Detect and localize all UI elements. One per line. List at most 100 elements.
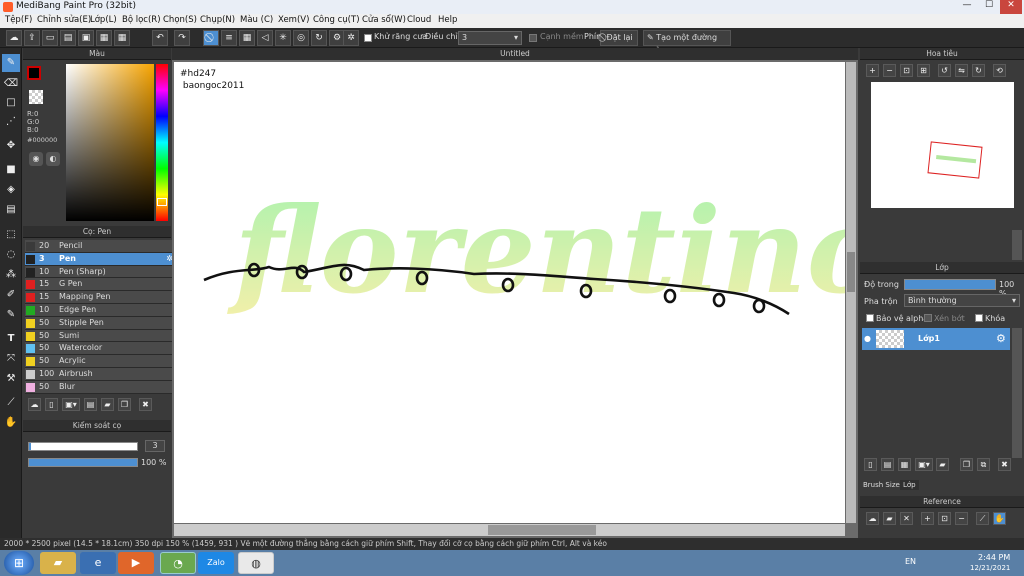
menu-help[interactable]: Help — [438, 15, 457, 25]
canvas-tab[interactable]: Untitled — [172, 48, 858, 60]
new-halftone-layer-icon[interactable]: ▤ — [881, 458, 894, 471]
snap-radial-icon[interactable]: ✳ — [275, 30, 291, 46]
merge-layer-icon[interactable]: ⧉ — [977, 458, 990, 471]
vertical-scrollbar[interactable] — [846, 62, 856, 523]
lock-checkbox[interactable] — [975, 314, 983, 322]
ref-zoom-out-icon[interactable]: − — [955, 512, 968, 525]
brush-new-icon[interactable]: ▯ — [45, 398, 58, 411]
move-tool-icon[interactable]: ✥ — [2, 137, 20, 155]
brush-tool-icon[interactable]: ✎ — [2, 54, 20, 72]
actual-size-icon[interactable]: ⊞ — [917, 64, 930, 77]
menu-color[interactable]: Màu (C) — [240, 15, 273, 25]
alpha-checkbox[interactable] — [866, 314, 874, 322]
zalo-icon[interactable]: Zalo — [198, 552, 234, 574]
chrome-icon[interactable]: ◍ — [238, 552, 274, 574]
menu-view[interactable]: Xem(V) — [278, 15, 309, 25]
brush-folder-icon[interactable]: ▰ — [101, 398, 114, 411]
snap-curve-icon[interactable]: ↻ — [311, 30, 327, 46]
snap-vanish-icon[interactable]: ◁ — [257, 30, 273, 46]
layer-folder-icon[interactable]: ▰ — [936, 458, 949, 471]
adjust-select[interactable]: 3 ▾ — [458, 31, 522, 45]
new-layer-icon[interactable]: ▯ — [864, 458, 877, 471]
menu-tools[interactable]: Công cụ(T) — [313, 15, 360, 25]
canvas[interactable]: #hd247 baongoc2011 florentino — [174, 62, 845, 523]
flip-icon[interactable]: ⇋ — [955, 64, 968, 77]
opacity-slider[interactable] — [28, 458, 138, 467]
fill-rect-tool-icon[interactable]: ■ — [2, 161, 20, 179]
minimize-button[interactable]: — — [956, 0, 978, 14]
visibility-icon[interactable]: ● — [864, 334, 871, 343]
hand-tool-icon[interactable]: ✋ — [2, 414, 20, 432]
brush-item[interactable]: 10 Pen (Sharp) — [25, 265, 177, 279]
size-slider[interactable] — [28, 442, 138, 451]
eraser-tool-icon[interactable]: ⌫ — [2, 75, 20, 93]
select-eraser-icon[interactable]: ✎ — [2, 306, 20, 324]
text-tool-icon[interactable]: T — [2, 330, 20, 348]
ref-zoom-in-icon[interactable]: + — [921, 512, 934, 525]
layer-settings-icon[interactable]: ⚙ — [996, 332, 1006, 345]
rect-tool-icon[interactable]: □ — [2, 94, 20, 112]
layer-tab[interactable]: Lớp — [900, 480, 919, 490]
brush-item[interactable]: 50 Blur — [25, 380, 177, 394]
brush-item[interactable]: 15 Mapping Pen — [25, 291, 177, 304]
clip-checkbox[interactable] — [924, 314, 932, 322]
blend-select[interactable]: Bình thường ▾ — [904, 294, 1020, 307]
select-pen-icon[interactable]: ✐ — [2, 286, 20, 304]
gradient-tool-icon[interactable]: ▤ — [2, 201, 20, 219]
start-button[interactable]: ⊞ — [4, 551, 34, 575]
app-green-icon[interactable]: ◔ — [160, 552, 196, 574]
rotate-left-icon[interactable]: ↺ — [938, 64, 951, 77]
dot-tool-icon[interactable]: ⋰ — [2, 113, 20, 131]
transparent-swatch[interactable] — [29, 90, 43, 104]
hue-handle[interactable] — [157, 198, 167, 206]
cloud-icon[interactable]: ☁ — [6, 30, 22, 46]
delete-layer-icon[interactable]: ✖ — [998, 458, 1011, 471]
undo-icon[interactable]: ↶ — [152, 30, 168, 46]
reset-view-icon[interactable]: ⟲ — [993, 64, 1006, 77]
zoom-in-icon[interactable]: + — [866, 64, 879, 77]
lasso-tool-icon[interactable]: ◌ — [2, 246, 20, 264]
maximize-button[interactable]: ☐ — [978, 0, 1000, 14]
ie-icon[interactable]: e — [80, 552, 116, 574]
menu-edit[interactable]: Chỉnh sửa(E) — [37, 15, 91, 25]
eyedropper-icon[interactable]: ⟋ — [2, 394, 20, 412]
new-8bit-layer-icon[interactable]: ▦ — [898, 458, 911, 471]
panel-scroll[interactable] — [1012, 230, 1022, 260]
menu-window[interactable]: Cửa sổ(W) — [362, 15, 406, 25]
snap-parallel-icon[interactable]: ≡ — [221, 30, 237, 46]
brush-duplicate-icon[interactable]: ❐ — [118, 398, 131, 411]
zoom-out-icon[interactable]: − — [883, 64, 896, 77]
media-player-icon[interactable]: ▶ — [118, 552, 154, 574]
language-indicator[interactable]: EN — [905, 557, 916, 566]
divide-tool-icon[interactable]: ⚒ — [2, 370, 20, 388]
brush-trash-icon[interactable]: ✖ — [139, 398, 152, 411]
brush-add-icon[interactable]: ▣▾ — [62, 398, 80, 411]
layer-scroll[interactable] — [1012, 328, 1022, 458]
palette-icon[interactable]: ◉ — [29, 152, 43, 166]
chat-icon[interactable]: ▤ — [60, 30, 76, 46]
duplicate-layer-icon[interactable]: ❐ — [960, 458, 973, 471]
layer-add-menu-icon[interactable]: ▣▾ — [915, 458, 933, 471]
comment-icon[interactable]: ▭ — [42, 30, 58, 46]
brush-item[interactable]: 50 Sumi — [25, 329, 177, 343]
share-icon[interactable]: ⇪ — [24, 30, 40, 46]
brush-copy-icon[interactable]: ▤ — [84, 398, 97, 411]
ref-dropper-icon[interactable]: ⟋ — [976, 512, 989, 525]
bucket-tool-icon[interactable]: ◈ — [2, 181, 20, 199]
navigator-preview[interactable] — [871, 82, 1014, 208]
smooth-checkbox[interactable] — [529, 34, 537, 42]
straight-line-button[interactable]: ✎ Tạo một đường thẳng — [643, 30, 731, 56]
snap-grid-icon[interactable]: ▦ — [239, 30, 255, 46]
select-tool-icon[interactable]: ⬚ — [2, 226, 20, 244]
ref-cloud-icon[interactable]: ☁ — [866, 512, 879, 525]
brush-item[interactable]: 15 G Pen — [25, 278, 177, 292]
brush-cloud-icon[interactable]: ☁ — [28, 398, 41, 411]
operation-tool-icon[interactable]: ⤧ — [2, 350, 20, 368]
antialias-checkbox[interactable] — [364, 34, 372, 42]
size-value[interactable]: 3 — [145, 440, 165, 452]
menu-filter[interactable]: Bộ lọc(R) — [122, 15, 161, 25]
explorer-icon[interactable]: ▰ — [40, 552, 76, 574]
ref-close-icon[interactable]: ✕ — [900, 512, 913, 525]
brush-item[interactable]: 50 Acrylic — [25, 355, 177, 368]
ref-fit-icon[interactable]: ⊡ — [938, 512, 951, 525]
